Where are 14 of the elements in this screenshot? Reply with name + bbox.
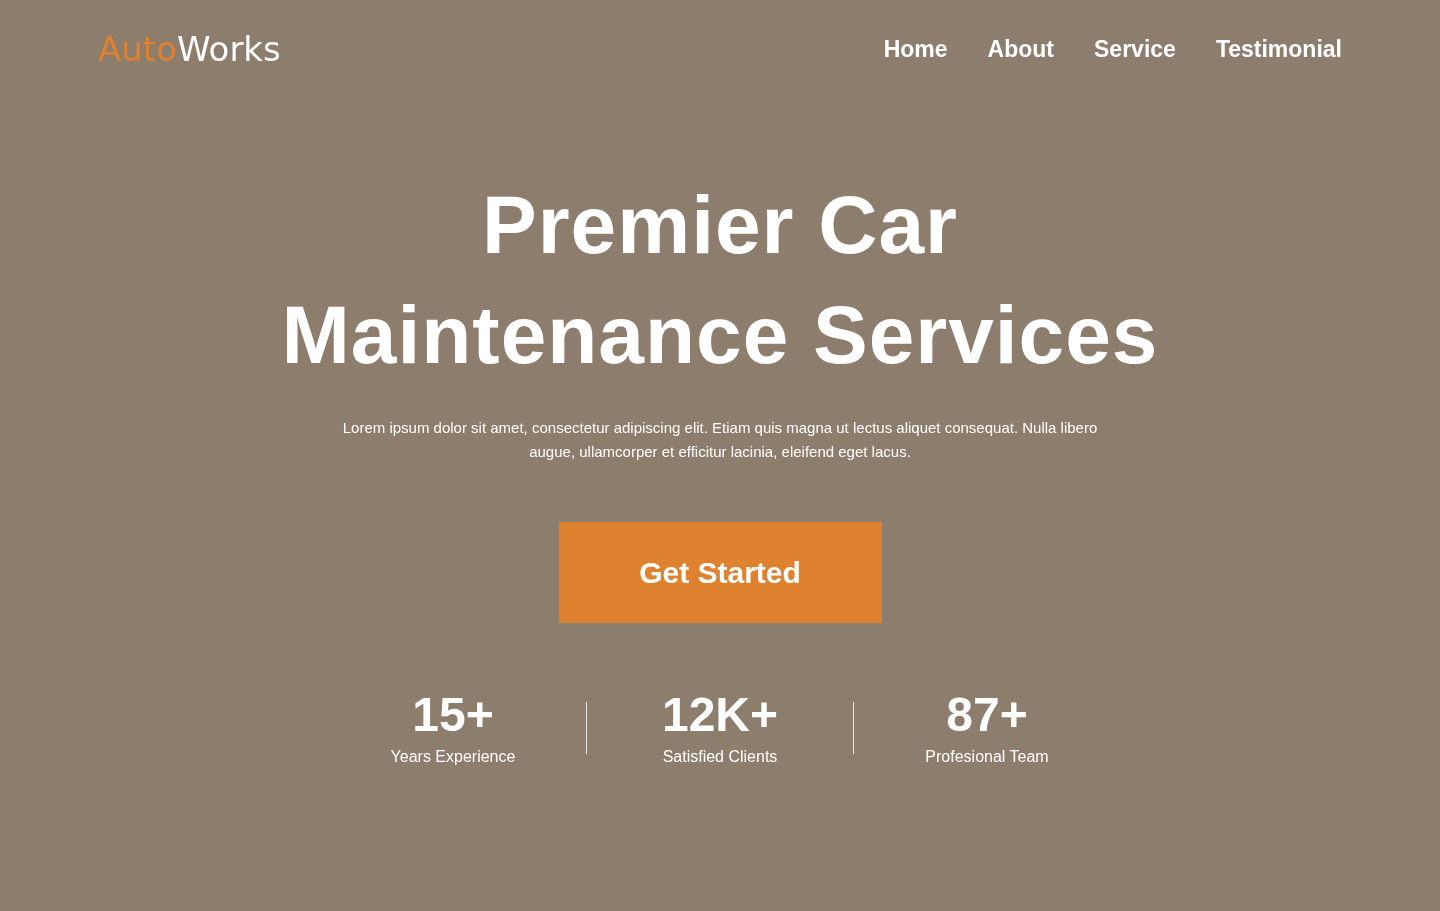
stat-label: Satisfied Clients: [662, 747, 778, 767]
hero-description: Lorem ipsum dolor sit amet, consectetur adipiscing elit. Etiam quis magna ut lectus aliquet consequat. Nulla libero augue, ullamcorper et efficitur lacinia, eleifend eget lacus.: [341, 418, 1099, 462]
stat-value: 87+: [946, 687, 1028, 743]
stat-value: 12K+: [661, 687, 779, 743]
stat-label: Profesional Team: [925, 747, 1049, 767]
nav-link[interactable]: Service: [1094, 31, 1176, 67]
nav-link[interactable]: About: [987, 31, 1055, 67]
hero-title: Premier Car Maintenance Services: [281, 178, 1159, 382]
get-started-button[interactable]: Get Started: [558, 522, 882, 623]
nav-link[interactable]: Testimonial: [1215, 31, 1342, 67]
stat-value: 15+: [412, 687, 494, 743]
stat-label: Years Experience: [390, 747, 516, 767]
nav-link[interactable]: Home: [883, 31, 948, 67]
logo[interactable]: AutoWorks: [98, 28, 281, 70]
